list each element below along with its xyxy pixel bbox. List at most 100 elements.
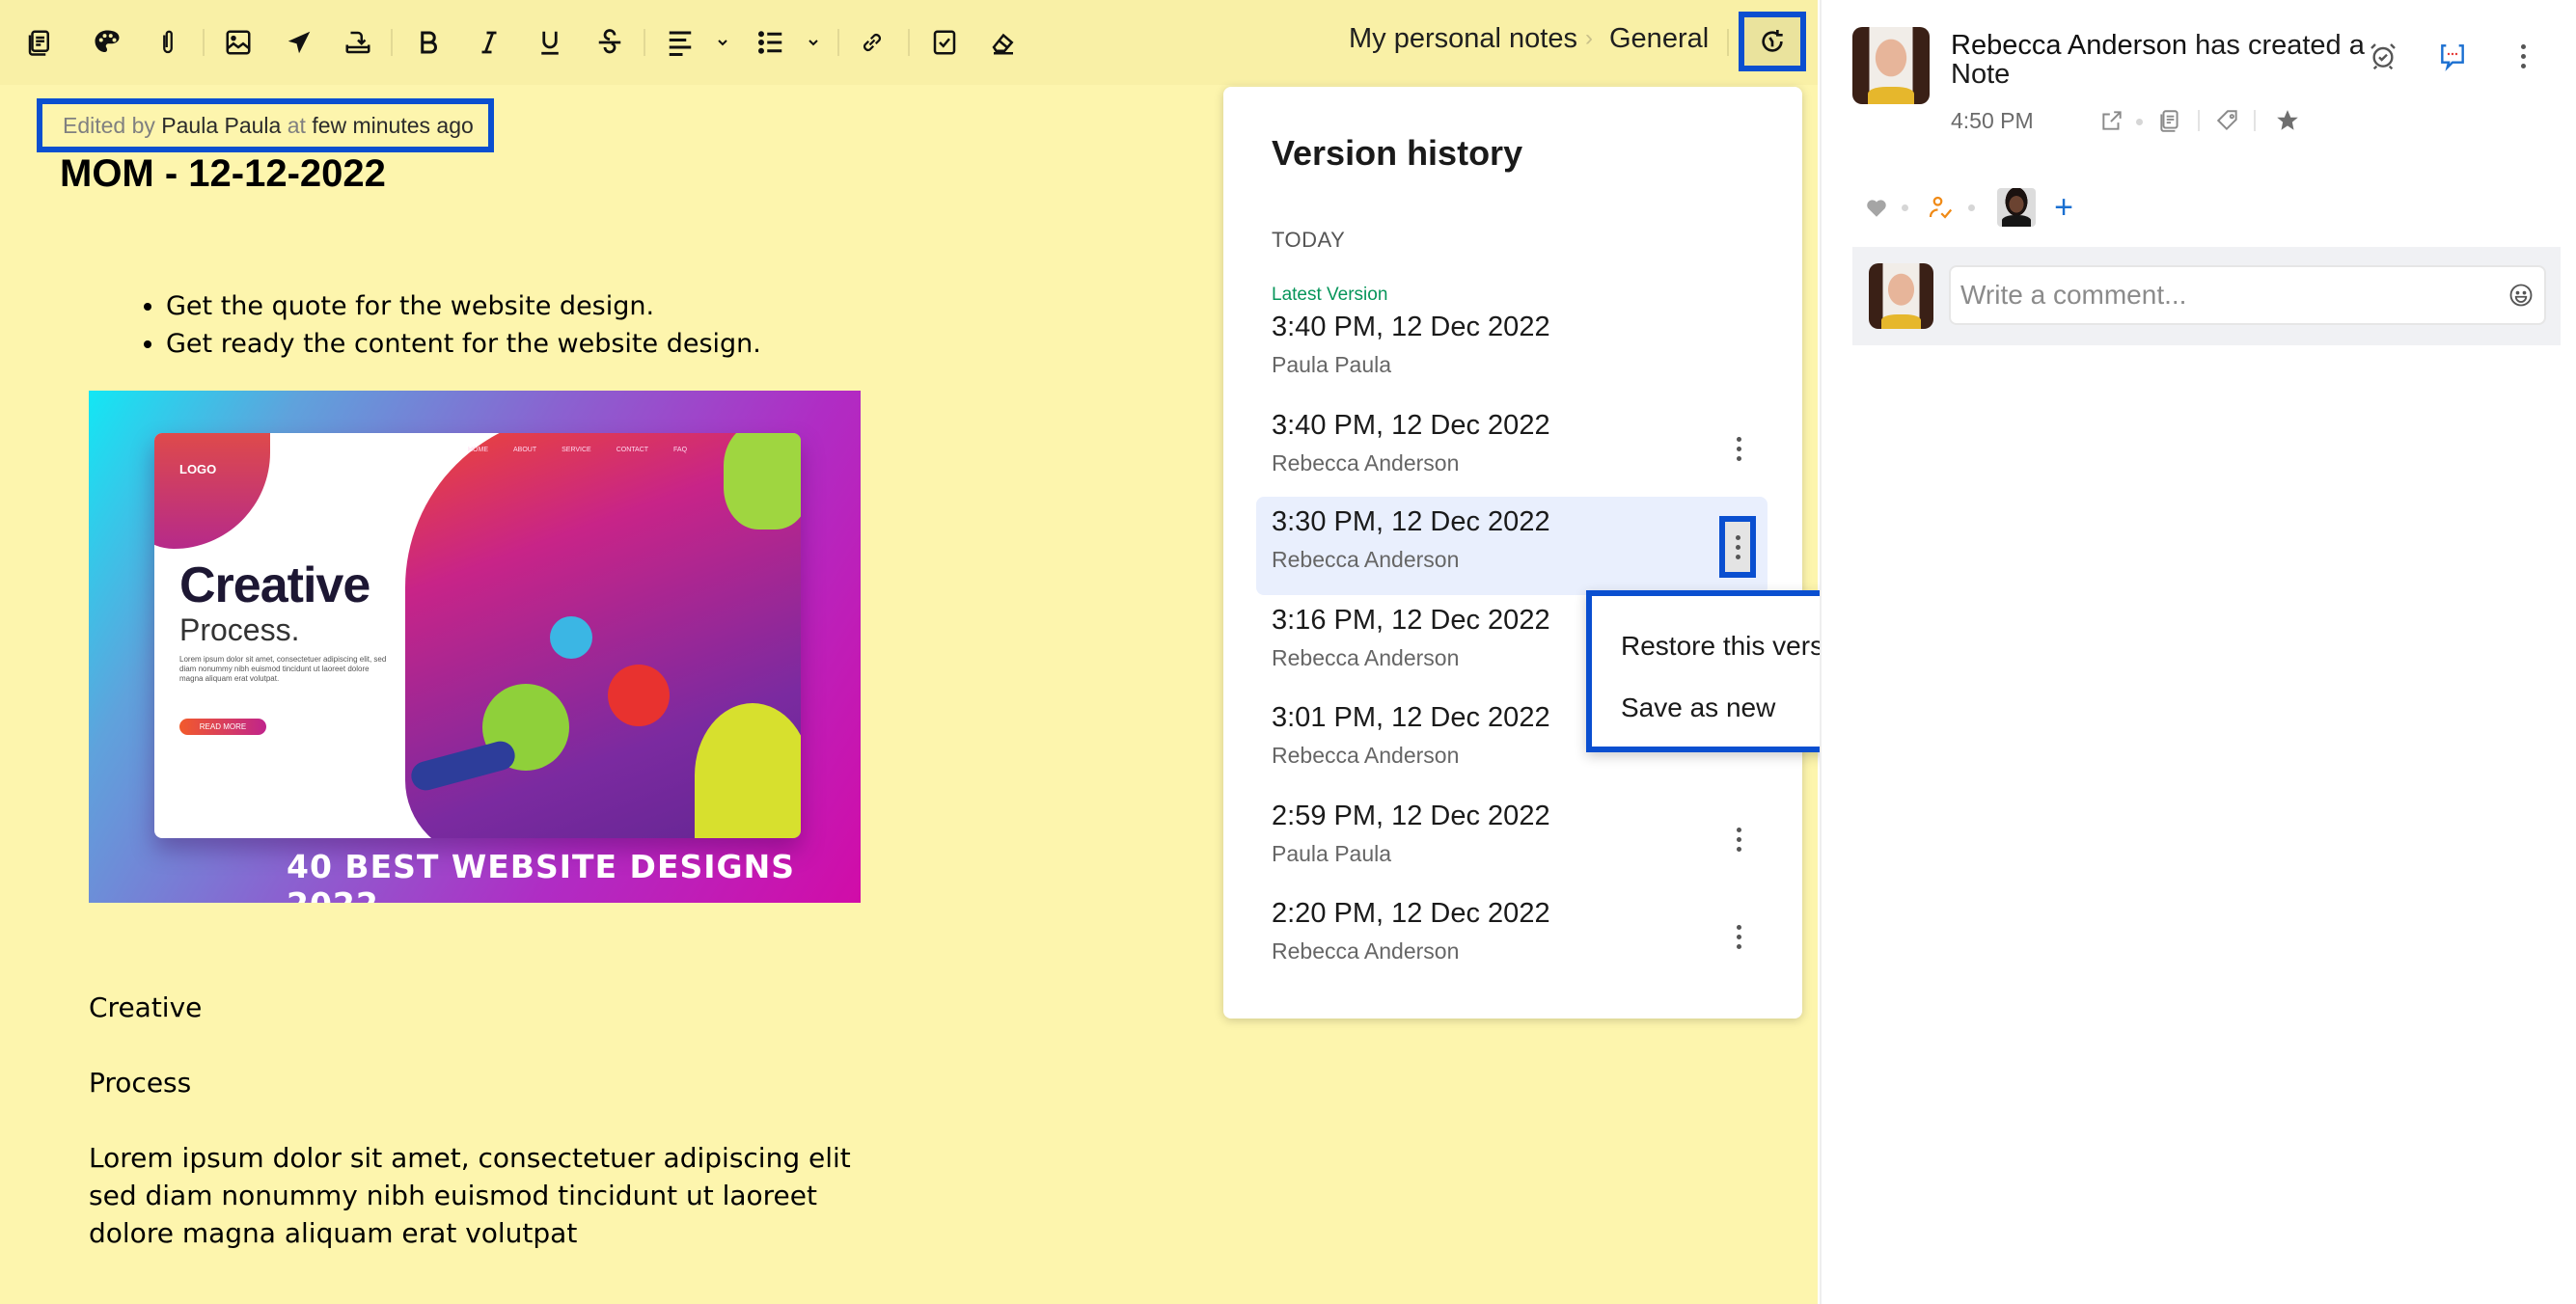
italic-icon[interactable]: [468, 21, 510, 64]
image-nav-item: CONTACT: [616, 447, 649, 453]
bullet-item[interactable]: Get ready the content for the website de…: [166, 325, 761, 363]
note-paragraph[interactable]: Lorem ipsum dolor sit amet, consectetuer…: [89, 1139, 851, 1177]
image-logo: LOGO: [179, 462, 217, 476]
comment-input[interactable]: [1949, 265, 2546, 325]
image-nav-item: FAQ: [673, 447, 688, 453]
eraser-icon[interactable]: [982, 21, 1025, 64]
assign-user-icon[interactable]: [1924, 191, 1957, 224]
version-row[interactable]: 3:40 PM, 12 Dec 2022 Rebecca Anderson: [1256, 400, 1768, 499]
image-nav: HOME ABOUT SERVICE CONTACT FAQ: [468, 447, 687, 453]
image-nav-item: SERVICE: [562, 447, 591, 453]
breadcrumb-notebook[interactable]: My personal notes: [1349, 23, 1577, 55]
image-read-more: READ MORE: [179, 719, 266, 735]
image-leaf: [724, 433, 801, 530]
version-history-icon: [1762, 30, 1783, 52]
edited-by-info: Edited by Paula Paula at few minutes ago: [37, 98, 494, 152]
underline-icon[interactable]: [529, 21, 571, 64]
note-bullet-list[interactable]: Get the quote for the website design. Ge…: [127, 287, 761, 363]
align-dropdown-chevron-icon[interactable]: [712, 29, 733, 56]
attachment-icon[interactable]: [147, 21, 189, 64]
activity-title: Rebecca Anderson has created a Note: [1951, 31, 2375, 89]
star-icon[interactable]: [2273, 106, 2302, 135]
toolbar-divider: [644, 29, 645, 56]
version-more-button[interactable]: [1721, 425, 1756, 472]
version-history-title: Version history: [1272, 133, 1523, 173]
more-vertical-icon: [1736, 436, 1741, 461]
edited-by-user: Paula Paula: [161, 112, 282, 138]
export-icon[interactable]: [337, 21, 379, 64]
version-time: 3:40 PM, 12 Dec 2022: [1272, 410, 1550, 441]
comment-composer: [1852, 247, 2561, 345]
more-vertical-icon: [1736, 924, 1741, 949]
toolbar-divider: [391, 29, 393, 56]
activity-user[interactable]: Rebecca Anderson: [1951, 30, 2187, 61]
more-vertical-icon: [1736, 827, 1741, 852]
version-row[interactable]: 2:59 PM, 12 Dec 2022 Paula Paula: [1256, 791, 1768, 889]
version-history-button[interactable]: [1739, 12, 1806, 71]
strikethrough-icon[interactable]: [589, 21, 631, 64]
note-editor: My personal notes › General Edited by Pa…: [0, 0, 1818, 1304]
image-planet: [550, 616, 592, 659]
participant-avatar[interactable]: [1997, 188, 2036, 227]
version-user: Rebecca Anderson: [1272, 938, 1460, 964]
checkbox-icon[interactable]: [923, 21, 966, 64]
bold-icon[interactable]: [407, 21, 450, 64]
current-user-avatar: [1869, 263, 1933, 329]
note-paragraph[interactable]: Process: [89, 1064, 191, 1101]
version-user: Rebecca Anderson: [1272, 450, 1460, 475]
like-heart-icon[interactable]: [1862, 193, 1891, 222]
toolbar-divider: [908, 29, 910, 56]
latest-version-label: Latest Version: [1272, 285, 1388, 305]
note-image[interactable]: LOGO HOME ABOUT SERVICE CONTACT FAQ Crea…: [89, 391, 861, 903]
creator-avatar[interactable]: [1852, 27, 1930, 104]
version-row-selected[interactable]: 3:30 PM, 12 Dec 2022 Rebecca Anderson: [1256, 497, 1768, 595]
open-external-icon[interactable]: [2097, 106, 2126, 135]
bullet-item[interactable]: Get the quote for the website design.: [166, 287, 761, 325]
save-as-new-menu-item[interactable]: Save as new: [1621, 693, 1775, 723]
version-user: Paula Paula: [1272, 841, 1392, 866]
version-more-button[interactable]: [1721, 913, 1756, 960]
image-caption: 40 BEST WEBSITE DESIGNS 2022_: [287, 848, 796, 903]
edited-by-when: few minutes ago: [312, 112, 474, 138]
tag-icon[interactable]: [2213, 106, 2242, 135]
version-time: 3:30 PM, 12 Dec 2022: [1272, 506, 1550, 537]
emoji-smiley-icon[interactable]: [2505, 279, 2537, 312]
note-paragraph[interactable]: sed diam nonummy nibh euismod tincidunt …: [89, 1177, 817, 1214]
more-vertical-icon: [1735, 534, 1740, 559]
notes-icon[interactable]: [18, 21, 61, 64]
image-blob: [154, 433, 270, 549]
version-more-button[interactable]: [1721, 816, 1756, 862]
note-paragraph[interactable]: Creative: [89, 989, 202, 1026]
image-icon[interactable]: [217, 21, 260, 64]
image-ball: [608, 665, 670, 726]
palette-icon[interactable]: [86, 21, 128, 64]
edited-by-mid: at: [287, 112, 306, 138]
version-user: Paula Paula: [1272, 352, 1392, 377]
list-dropdown-chevron-icon[interactable]: [803, 29, 824, 56]
add-participant-plus-icon[interactable]: +: [2047, 189, 2080, 226]
edited-by-prefix: Edited by: [63, 112, 155, 138]
note-icon[interactable]: [2155, 106, 2184, 135]
separator-dot: [1902, 204, 1908, 211]
breadcrumb-section[interactable]: General: [1609, 23, 1709, 55]
more-vertical-icon: [2520, 43, 2526, 68]
version-row[interactable]: 2:20 PM, 12 Dec 2022 Rebecca Anderson: [1256, 888, 1768, 987]
align-icon[interactable]: [659, 21, 701, 64]
list-icon[interactable]: [750, 21, 792, 64]
note-paragraph[interactable]: dolore magna aliquam erat volutpat: [89, 1214, 577, 1252]
version-user: Rebecca Anderson: [1272, 645, 1460, 670]
reminder-alarm-icon[interactable]: [2364, 37, 2402, 75]
version-time: 3:40 PM, 12 Dec 2022: [1272, 312, 1550, 342]
version-more-button[interactable]: [1719, 516, 1756, 578]
separator-line: [2254, 110, 2256, 131]
note-title[interactable]: MOM - 12-12-2022: [60, 152, 386, 196]
activity-panel: Rebecca Anderson has created a Note 4:50…: [1820, 0, 2576, 1304]
send-icon[interactable]: [278, 21, 320, 64]
more-options-button[interactable]: [2508, 37, 2537, 75]
toolbar-divider: [837, 29, 839, 56]
version-user: Rebecca Anderson: [1272, 547, 1460, 572]
comments-icon[interactable]: [2433, 37, 2472, 75]
version-row[interactable]: Latest Version 3:40 PM, 12 Dec 2022 Paul…: [1256, 285, 1768, 400]
link-icon[interactable]: [851, 21, 893, 64]
version-time: 3:01 PM, 12 Dec 2022: [1272, 702, 1550, 733]
